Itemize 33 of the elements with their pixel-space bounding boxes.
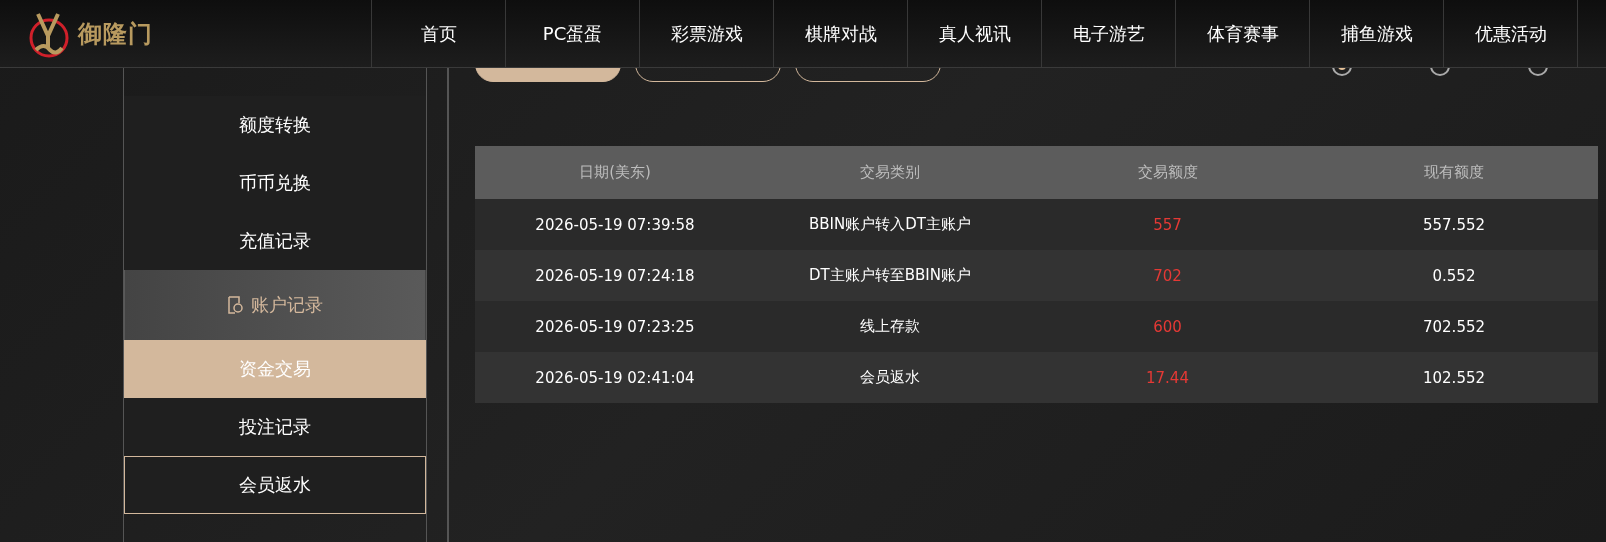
nav-link[interactable]: 体育赛事: [1175, 0, 1309, 67]
nav-link[interactable]: 捕鱼游戏: [1309, 0, 1443, 67]
nav-link[interactable]: 真人视讯: [907, 0, 1041, 67]
table-cell-text: 2026-05-19 07:24:18: [534, 266, 696, 285]
column-header: 现有额度: [1423, 163, 1485, 182]
nav-link[interactable]: 棋牌对战: [773, 0, 907, 67]
table-cell-text: 102.552: [1422, 368, 1486, 387]
column-header: 交易类别: [859, 163, 921, 182]
table-cell-text: 17.44: [1145, 368, 1190, 387]
sidebar-group-header[interactable]: 账户记录: [124, 270, 426, 340]
column-header: 日期(美东): [578, 163, 652, 182]
nav-link[interactable]: 电子游艺: [1041, 0, 1175, 67]
receipt-icon: [227, 296, 243, 314]
table-cell-text: 557.552: [1422, 215, 1486, 234]
table-cell-text: 600: [1152, 317, 1183, 336]
table-cell-text: 线上存款: [859, 317, 921, 336]
table-cell-text: 0.552: [1431, 266, 1477, 285]
table-cell-text: 2026-05-19 02:41:04: [534, 368, 696, 387]
table-cell-text: 702.552: [1422, 317, 1486, 336]
nav-link[interactable]: 首页: [371, 0, 505, 67]
sidebar-item[interactable]: 会员返水: [124, 456, 426, 514]
table-cell-text: DT主账户转至BBIN账户: [808, 266, 972, 285]
nav-link[interactable]: PC蛋蛋: [505, 0, 639, 67]
nav-link[interactable]: 彩票游戏: [639, 0, 773, 67]
nav-link[interactable]: 优惠活动: [1443, 0, 1578, 67]
table-cell-text: 会员返水: [859, 368, 921, 387]
table-cell-text: 557: [1152, 215, 1183, 234]
table-cell-text: BBIN账户转入DT主账户: [808, 215, 972, 234]
table-cell-text: 2026-05-19 07:39:58: [534, 215, 696, 234]
column-header: 交易额度: [1136, 163, 1199, 182]
table-cell-text: 2026-05-19 07:23:25: [534, 317, 696, 336]
logo-text: 御隆门: [78, 18, 153, 50]
table-cell-text: 702: [1152, 266, 1183, 285]
